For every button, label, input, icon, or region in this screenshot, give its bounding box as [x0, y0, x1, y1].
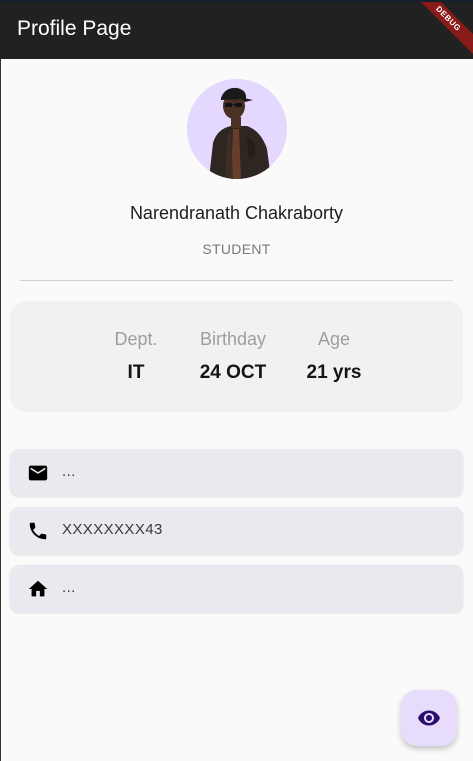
- divider: [20, 280, 453, 281]
- avatar-photo: [187, 79, 287, 179]
- stat-age: Age 21 yrs: [307, 329, 362, 384]
- eye-icon: [418, 710, 440, 726]
- stat-dept: Dept. IT: [114, 329, 157, 384]
- phone-icon: [29, 522, 47, 540]
- profile-role: STUDENT: [202, 241, 271, 257]
- stat-label: Birthday: [199, 329, 267, 349]
- stat-label: Age: [317, 329, 351, 349]
- email-tile[interactable]: ...: [10, 449, 463, 496]
- page-title: Profile Page: [17, 17, 132, 40]
- stat-value: IT: [127, 362, 145, 383]
- window-edge: [0, 59, 1, 761]
- stat-label: Dept.: [114, 329, 158, 349]
- stats-card: Dept. IT Birthday 24 OCT Age 21 yrs: [10, 301, 463, 412]
- email-icon: [28, 465, 48, 481]
- phone-tile[interactable]: XXXXXXXX43: [10, 507, 463, 554]
- avatar: [187, 79, 287, 179]
- home-icon: [28, 580, 48, 597]
- stat-birthday: Birthday 24 OCT: [200, 329, 267, 384]
- stat-value: 21 yrs: [306, 362, 362, 383]
- debug-banner: DEBUG: [411, 2, 473, 56]
- address-tile[interactable]: ...: [10, 565, 463, 612]
- app-bar: Profile Page DEBUG: [0, 0, 473, 59]
- stat-value: 24 OCT: [199, 362, 267, 383]
- phone-value: XXXXXXXX43: [62, 521, 163, 538]
- email-value: ...: [62, 463, 76, 480]
- address-value: ...: [62, 579, 76, 596]
- toggle-visibility-button[interactable]: [401, 690, 457, 746]
- profile-name: Narendranath Chakraborty: [129, 203, 344, 223]
